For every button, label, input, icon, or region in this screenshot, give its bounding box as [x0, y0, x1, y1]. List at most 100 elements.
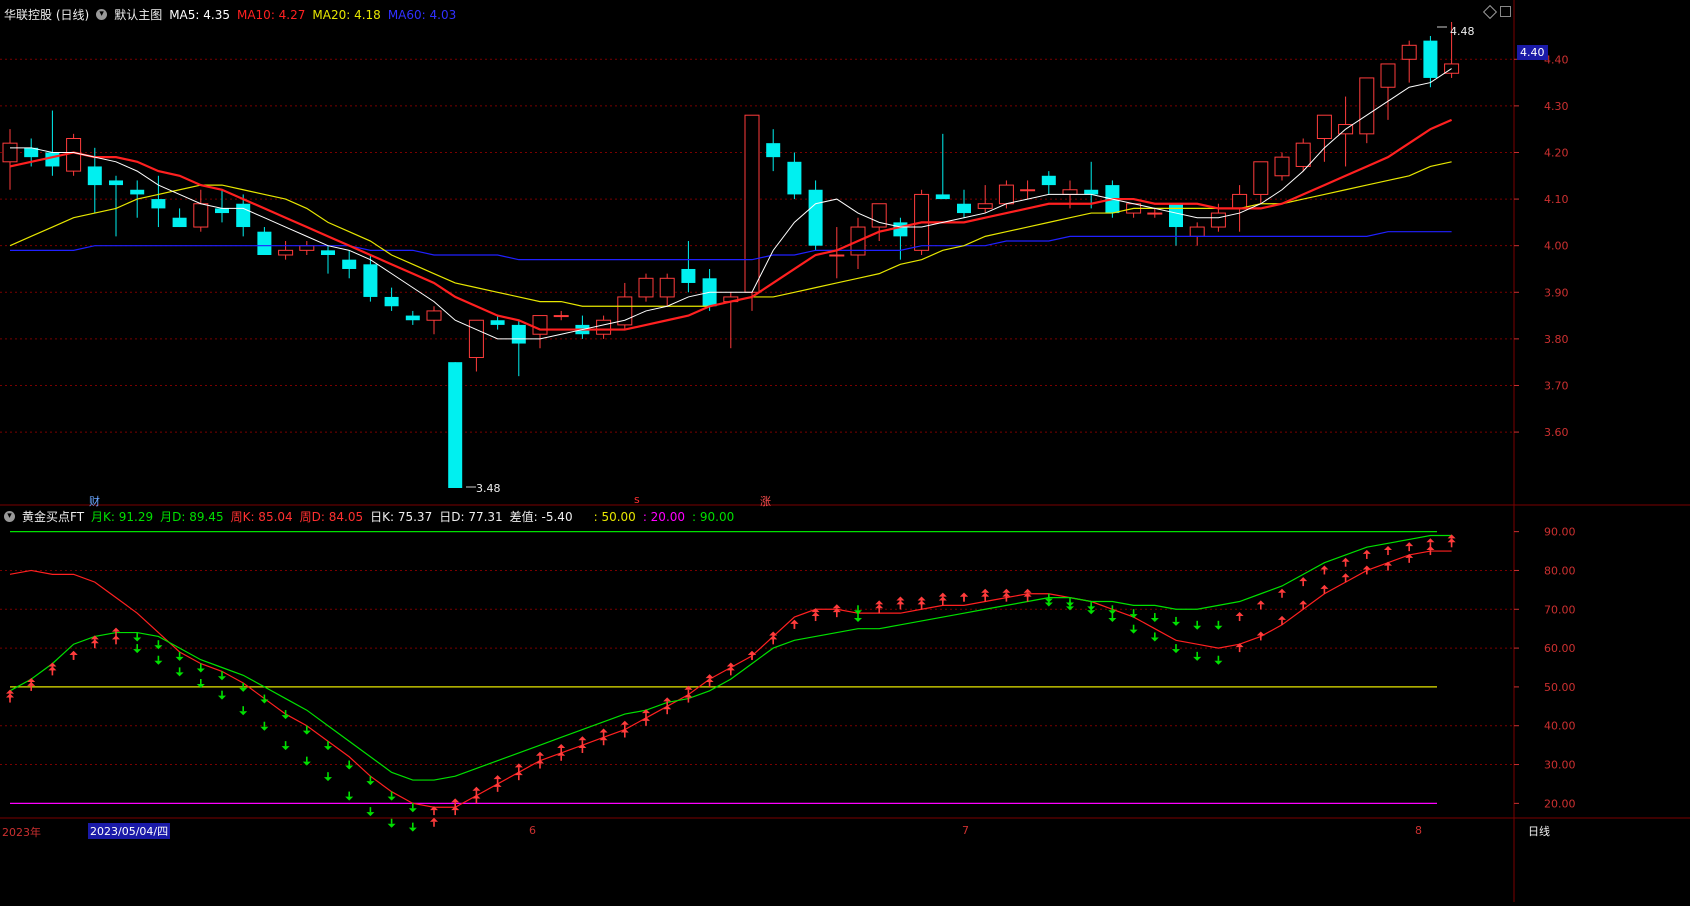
- candle-body-down: [87, 166, 102, 186]
- low-price-label: 3.48: [476, 482, 501, 495]
- level-50-value: : 50.00: [593, 509, 636, 524]
- sell-arrow: [1193, 651, 1202, 661]
- candle-body-down: [1041, 175, 1056, 186]
- candle-body-up: [1359, 77, 1375, 135]
- daily-d-value: 日D: 77.31: [439, 510, 503, 524]
- candle-body-up: [1295, 142, 1311, 167]
- buy-arrow: [1341, 557, 1350, 567]
- candle-body-up: [1401, 44, 1417, 60]
- weekly-d-line: [9, 534, 1452, 781]
- sell-arrow: [324, 772, 332, 782]
- candle-body-down: [130, 189, 145, 195]
- x-axis-month-8: 8: [1415, 824, 1422, 837]
- candle-body-down: [45, 152, 60, 167]
- buy-arrow: [536, 759, 544, 769]
- candle-body-up: [1147, 212, 1163, 215]
- x-axis-month-7: 7: [962, 824, 969, 837]
- buy-arrow: [1278, 615, 1286, 625]
- buy-arrow: [472, 794, 481, 804]
- period-label[interactable]: 日线: [1528, 823, 1550, 839]
- candle-body-up: [532, 315, 548, 335]
- candle-body-down: [236, 203, 251, 228]
- price-tick-label: 3.70: [1544, 379, 1569, 392]
- ma10-value: MA10: 4.27: [236, 7, 306, 22]
- candle-body-up: [1062, 189, 1078, 195]
- candle-body-down: [405, 315, 420, 321]
- buy-arrow: [1426, 538, 1435, 548]
- sell-arrow: [154, 655, 163, 665]
- sell-arrow: [1066, 597, 1074, 607]
- sell-arrow: [1172, 644, 1180, 654]
- monthly-k-value: 月K: 91.29: [91, 510, 154, 524]
- candle-body-down: [321, 250, 335, 255]
- buy-arrow: [1278, 588, 1286, 598]
- price-tick-label: 3.90: [1544, 286, 1569, 299]
- sell-arrow: [239, 706, 248, 716]
- sell-arrow: [408, 803, 417, 813]
- buy-arrow: [642, 716, 650, 726]
- limit-up-marker[interactable]: 涨: [760, 493, 771, 509]
- candle-body-down: [1169, 203, 1183, 228]
- candle-body-up: [66, 138, 82, 172]
- current-price-box: 4.40: [1517, 45, 1548, 60]
- weekly-d-value: 周D: 84.05: [299, 510, 364, 524]
- ma5-value: MA5: 4.35: [169, 7, 230, 22]
- ma20-line: [9, 161, 1452, 307]
- candle-body-up: [468, 319, 484, 359]
- indicator-tick-label: 60.00: [1544, 642, 1576, 655]
- weekly-k-value: 周K: 85.04: [230, 510, 293, 524]
- buy-arrow: [1384, 546, 1392, 556]
- buy-arrow: [663, 705, 672, 715]
- x-axis-month-6: 6: [529, 824, 536, 837]
- candle-body-up: [278, 249, 294, 256]
- candle-body-down: [448, 362, 463, 488]
- sell-arrow: [1193, 620, 1202, 630]
- candle-body-up: [1189, 226, 1205, 237]
- sell-arrow: [1172, 616, 1180, 626]
- candle-body-up: [1380, 63, 1396, 88]
- indicator-mode-icon[interactable]: ▾: [4, 511, 15, 522]
- buy-arrow: [1405, 542, 1414, 552]
- candle-body-down: [957, 203, 971, 214]
- sell-arrow: [387, 818, 396, 828]
- buy-arrow: [430, 817, 438, 827]
- price-tick-label: 4.20: [1544, 146, 1569, 159]
- candle-body-down: [342, 259, 357, 269]
- candle-body-down: [215, 208, 229, 214]
- candle-body-up: [1210, 212, 1226, 228]
- sell-arrow: [324, 741, 332, 751]
- mode-icon[interactable]: ▾: [96, 9, 108, 20]
- s-marker[interactable]: s: [634, 493, 640, 506]
- earnings-marker[interactable]: 财: [89, 493, 100, 509]
- buy-arrow: [1256, 600, 1265, 610]
- candle-body-down: [384, 296, 399, 307]
- window-square-icon[interactable]: [1500, 6, 1511, 17]
- indicator-title[interactable]: 黄金买点FT: [22, 508, 84, 525]
- buy-arrow: [578, 744, 587, 754]
- candle-body-down: [490, 320, 505, 325]
- candle-body-up: [1232, 193, 1248, 209]
- stock-chart-svg[interactable]: 4.40 4.30 4.20 4.10 4.00 3.90 3.80 3.70 3.60 90.0…: [0, 0, 1690, 902]
- stock-title[interactable]: 华联控股 (日线): [4, 6, 89, 23]
- buy-arrow: [112, 635, 120, 645]
- price-tick-label: 4.30: [1544, 100, 1569, 113]
- sell-arrow: [281, 741, 290, 751]
- high-price-label: 4.48: [1450, 25, 1475, 38]
- sell-arrow: [854, 613, 862, 623]
- sell-arrow: [345, 791, 354, 801]
- sell-arrow: [1150, 632, 1159, 642]
- chart-mode-label[interactable]: 默认主图: [114, 6, 162, 23]
- buy-arrow: [790, 619, 799, 629]
- indicator-tick-label: 70.00: [1544, 603, 1576, 616]
- candle-body-down: [109, 180, 123, 186]
- candle-body-up: [193, 203, 209, 228]
- daily-k-value: 日K: 75.37: [370, 510, 433, 524]
- main-chart-header: 华联控股 (日线) ▾ 默认主图 MA5: 4.35 MA10: 4.27 MA…: [4, 6, 456, 23]
- sell-arrow: [1214, 655, 1223, 665]
- candle-body-down: [363, 264, 378, 297]
- candle-body-down: [511, 324, 526, 344]
- level-90-value: : 90.00: [692, 509, 735, 524]
- candle-body-up: [977, 203, 993, 209]
- candle-body-up: [829, 254, 845, 257]
- sell-arrow: [133, 632, 142, 642]
